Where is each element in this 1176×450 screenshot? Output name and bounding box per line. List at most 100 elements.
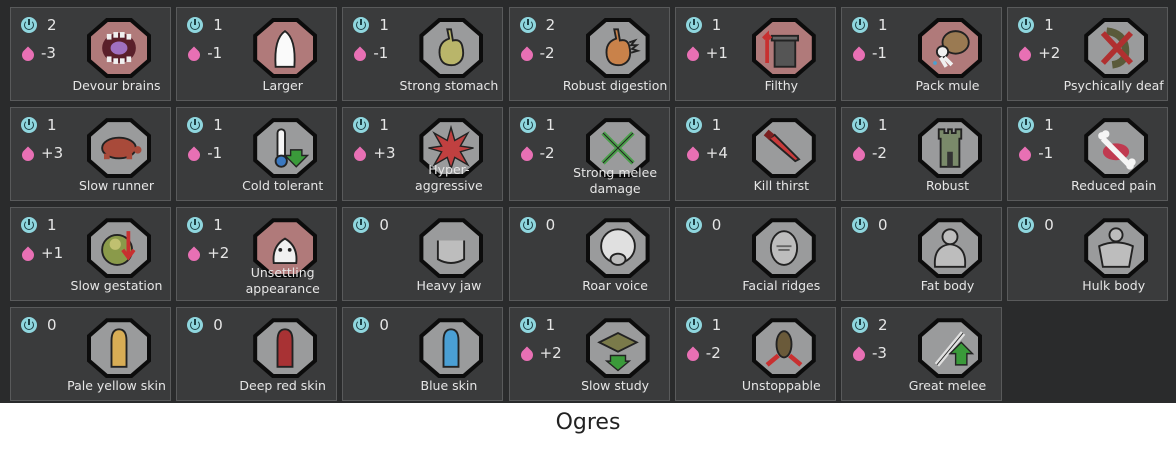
gene-label: Blue skin — [420, 378, 478, 394]
fat-body-icon — [918, 218, 982, 279]
metabolism-value: -1 — [373, 44, 389, 62]
gene-tile[interactable]: 0 Facial ridges — [674, 207, 836, 302]
gene-tile[interactable]: 1 -2 Robust — [841, 107, 1002, 202]
complexity-value: 2 — [47, 16, 57, 34]
complexity-icon — [353, 117, 370, 134]
gene-tile[interactable]: 1 -1 Larger — [176, 7, 338, 101]
complexity-icon — [187, 217, 204, 234]
complexity-icon — [1018, 217, 1035, 234]
metabolism-stat: -1 — [187, 144, 222, 162]
metabolism-stat: +2 — [1018, 44, 1060, 62]
metabolism-drop-icon — [187, 245, 201, 262]
metabolism-drop-icon — [686, 145, 700, 162]
turtle-icon — [87, 118, 151, 179]
metabolism-value: +2 — [207, 244, 230, 263]
metabolism-drop-icon — [686, 45, 700, 62]
complexity-icon — [685, 117, 702, 134]
complexity-value: 0 — [213, 316, 223, 335]
complexity-icon — [353, 217, 370, 234]
gene-tile[interactable]: 0 Roar voice — [508, 207, 670, 302]
gene-tile[interactable]: 1 -2 Strong melee damage — [508, 107, 670, 202]
complexity-value: 1 — [545, 316, 556, 335]
complexity-icon — [187, 17, 204, 33]
complexity-value: 1 — [711, 116, 722, 135]
complexity-stat: 1 — [852, 116, 888, 134]
gene-tile[interactable]: 1 +3 Hyper-aggressive — [342, 107, 504, 202]
gene-tile[interactable]: 2 -3 Devour brains — [10, 7, 171, 101]
gene-tile[interactable]: 1 +2 Slow study — [508, 307, 670, 402]
metabolism-value: -3 — [41, 44, 56, 62]
complexity-icon — [685, 17, 702, 33]
metabolism-drop-icon — [520, 345, 534, 362]
complexity-stat: 1 — [685, 316, 721, 334]
complexity-stat: 1 — [353, 116, 389, 134]
complexity-stat: 0 — [21, 316, 57, 334]
complexity-icon — [1018, 17, 1035, 33]
complexity-value: 1 — [1044, 116, 1054, 135]
gene-tile[interactable]: 1 +1 Filthy — [674, 7, 836, 101]
gene-label: Roar voice — [582, 278, 648, 294]
caption: Ogres — [555, 410, 621, 435]
complexity-stat: 1 — [1018, 116, 1054, 134]
metabolism-drop-icon — [852, 145, 866, 162]
complexity-stat: 1 — [353, 16, 389, 34]
gene-tile[interactable]: 0 Deep red skin — [176, 307, 338, 402]
gene-tile[interactable]: 0 Hulk body — [1007, 207, 1169, 302]
gene-tile[interactable]: 1 +4 Kill thirst — [674, 107, 836, 202]
bone-icon — [1084, 118, 1149, 179]
gene-tile[interactable]: 1 -1 Reduced pain — [1007, 107, 1169, 202]
complexity-value: 1 — [878, 116, 888, 135]
gene-label: Fat body — [920, 278, 975, 294]
complexity-value: 1 — [878, 16, 888, 34]
gene-tile[interactable]: 0 Blue skin — [342, 307, 504, 402]
metabolism-stat: +4 — [686, 144, 728, 162]
gene-label: Heavy jaw — [416, 278, 482, 294]
metabolism-value: +1 — [41, 244, 64, 263]
complexity-icon — [1018, 117, 1035, 134]
gene-tile[interactable]: 1 -1 Pack mule — [841, 7, 1002, 101]
metabolism-stat: -2 — [852, 144, 887, 162]
metabolism-stat: -3 — [852, 344, 887, 362]
metabolism-value: -2 — [705, 344, 721, 363]
complexity-icon — [685, 317, 702, 334]
psychic-deaf-icon — [1084, 18, 1149, 78]
gene-tile[interactable]: 0 Heavy jaw — [342, 207, 504, 302]
complexity-stat: 0 — [852, 216, 888, 234]
gene-tile[interactable]: 2 -2 Robust digestion — [508, 7, 670, 101]
metabolism-drop-icon — [353, 45, 367, 62]
complexity-icon — [852, 117, 868, 134]
gene-tile[interactable]: 1 -2 Unstoppable — [674, 307, 836, 402]
skin-pale-yellow-icon — [87, 318, 151, 379]
complexity-stat: 1 — [187, 116, 223, 134]
pack-mule-icon — [918, 18, 982, 78]
complexity-value: 0 — [379, 216, 389, 235]
complexity-icon — [21, 217, 37, 234]
complexity-value: 0 — [379, 316, 389, 335]
metabolism-value: -1 — [1038, 144, 1054, 163]
gene-tile[interactable]: 1 -1 Strong stomach — [342, 7, 504, 101]
metabolism-drop-icon — [1018, 45, 1032, 62]
complexity-icon — [519, 17, 536, 33]
gene-tile[interactable]: 1 -1 Cold tolerant — [176, 107, 338, 202]
gene-label: Larger — [262, 78, 303, 93]
gene-tile[interactable]: 0 Pale yellow skin — [10, 307, 171, 402]
gene-tile[interactable]: 1 +2 Psychically deaf — [1007, 7, 1169, 101]
complexity-value: 1 — [379, 116, 389, 135]
larger-body-icon — [253, 18, 318, 78]
complexity-stat: 1 — [852, 16, 888, 34]
gene-tile[interactable]: 2 -3 Great melee — [841, 307, 1002, 402]
complexity-stat: 0 — [685, 216, 721, 234]
metabolism-value: +3 — [41, 144, 64, 163]
gene-tile[interactable]: 0 Fat body — [841, 207, 1002, 302]
hulk-body-icon — [1084, 218, 1149, 279]
gene-tile[interactable]: 1 +1 Slow gestation — [10, 207, 171, 302]
gene-tile[interactable]: 1 +2 Unsettling appearance — [176, 207, 338, 302]
metabolism-value: -3 — [872, 344, 887, 363]
complexity-stat: 1 — [519, 116, 555, 134]
gene-label: Robust digestion — [562, 78, 668, 93]
metabolism-stat: -2 — [520, 44, 555, 62]
gene-label: Cold tolerant — [242, 178, 324, 194]
metabolism-drop-icon — [21, 45, 35, 62]
gene-tile[interactable]: 1 +3 Slow runner — [10, 107, 171, 202]
complexity-stat: 1 — [685, 16, 721, 34]
